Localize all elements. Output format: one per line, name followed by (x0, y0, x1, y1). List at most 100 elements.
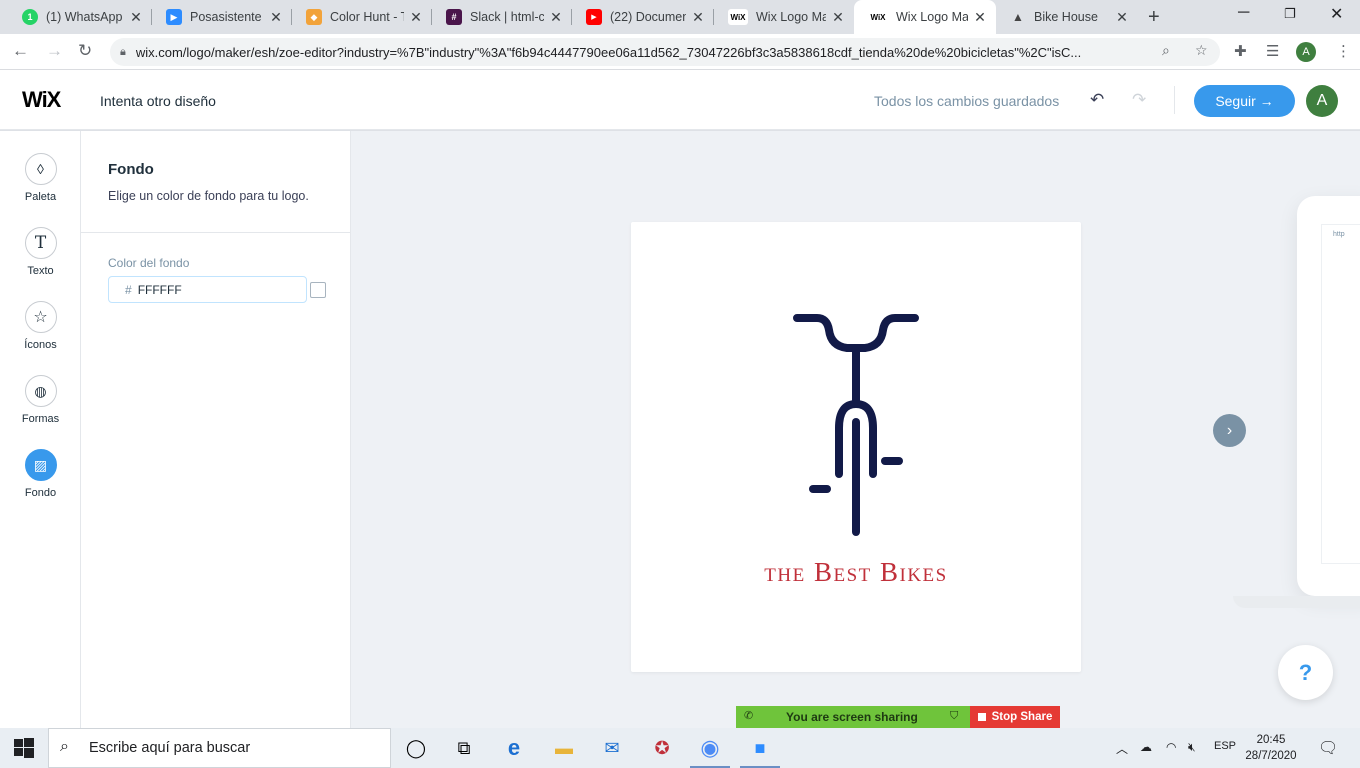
mockup-screen (1321, 224, 1360, 564)
close-tab-icon[interactable]: ✕ (548, 9, 564, 26)
rail-item-label: Paleta (24, 191, 57, 203)
star-icon: ☆ (24, 301, 57, 333)
wix-logo[interactable]: WiX (22, 87, 61, 113)
stop-share-button[interactable]: Stop Share (970, 706, 1060, 728)
background-panel: Fondo Elige un color de fondo para tu lo… (81, 131, 351, 728)
chrome-icon[interactable]: ◉ (686, 728, 734, 768)
onedrive-icon[interactable]: ☁ (1140, 740, 1152, 754)
rail-item-fondo[interactable]: ▨ Fondo (0, 449, 81, 499)
close-tab-icon[interactable]: ✕ (972, 9, 988, 26)
browser-tab-wix-1[interactable]: WiX Wix Logo Mak ✕ (714, 0, 854, 34)
panel-description: Elige un color de fondo para tu logo. (108, 189, 309, 203)
close-tab-icon[interactable]: ✕ (830, 9, 846, 26)
url-text[interactable]: wix.com/logo/maker/esh/zoe-editor?indust… (136, 45, 1146, 60)
reload-icon[interactable]: ↻ (78, 41, 92, 61)
try-other-design-link[interactable]: Intenta otro diseño (100, 93, 216, 109)
task-view-icon[interactable]: ⧉ (440, 728, 488, 768)
help-button[interactable]: ? (1278, 645, 1333, 700)
browser-tab-colorhunt[interactable]: ◆ Color Hunt - T ✕ (292, 0, 432, 34)
palette-drop-icon: ◊ (24, 153, 57, 185)
file-explorer-icon[interactable]: ▬ (540, 728, 588, 768)
mockup-url: http (1333, 231, 1345, 238)
phone-icon: ✆ (744, 710, 754, 722)
hash-prefix: # (125, 282, 132, 297)
user-avatar[interactable]: A (1306, 85, 1338, 117)
browser-tab-whatsapp[interactable]: 1 (1) WhatsApp ✕ (8, 0, 152, 34)
language-indicator[interactable]: ESP (1214, 740, 1236, 752)
mail-icon[interactable]: ✉ (588, 728, 636, 768)
background-color-input[interactable]: # FFFFFF (108, 276, 326, 303)
browser-tab-posasistente[interactable]: ▶ Posasistente - ✕ (152, 0, 292, 34)
device-mockup: http (1297, 196, 1360, 596)
windows-taskbar: Escribe aquí para buscar ⌕ ◯ ⧉ e ▬ ✉ ✪ ◉… (0, 728, 1360, 768)
cortana-icon[interactable]: ◯ (392, 728, 440, 768)
restore-icon[interactable]: ❐ (1284, 6, 1296, 22)
search-icon: ⌕ (60, 738, 69, 755)
clock-date: 28/7/2020 (1245, 750, 1297, 762)
tab-title: Wix Logo Mak (896, 10, 968, 24)
rail-item-iconos[interactable]: ☆ Íconos (0, 301, 81, 351)
slack-icon: # (446, 9, 462, 25)
logo-preview-card[interactable]: the Best Bikes (631, 222, 1081, 672)
browser-tab-slack[interactable]: # Slack | html-cs ✕ (432, 0, 572, 34)
redo-icon[interactable]: ↷ (1132, 90, 1146, 110)
close-window-icon[interactable]: ✕ (1330, 4, 1343, 24)
editor-header: WiX Intenta otro diseño Todos los cambio… (0, 70, 1360, 130)
close-tab-icon[interactable]: ✕ (408, 9, 424, 26)
rail-item-texto[interactable]: T Texto (0, 227, 81, 277)
mockup-base (1233, 596, 1360, 608)
edge-icon[interactable]: e (490, 728, 538, 768)
next-button[interactable]: Seguir → (1194, 85, 1295, 117)
panel-divider (81, 232, 350, 233)
close-tab-icon[interactable]: ✕ (1114, 9, 1130, 26)
new-tab-icon[interactable]: + (1148, 6, 1160, 29)
close-tab-icon[interactable]: ✕ (268, 9, 284, 26)
lock-icon: 🔒︎ (120, 45, 126, 58)
clock[interactable]: 20:45 28/7/2020 (1244, 732, 1298, 764)
editor-canvas: the Best Bikes › http ? (351, 131, 1360, 728)
game-app-icon[interactable]: ✪ (638, 728, 686, 768)
back-icon[interactable]: ← (12, 41, 29, 61)
stop-share-label: Stop Share (991, 711, 1053, 723)
volume-muted-icon[interactable]: 🔇︎ (1188, 740, 1196, 755)
rail-item-label: Fondo (24, 487, 57, 499)
rail-item-label: Texto (27, 265, 54, 277)
windows-start-icon[interactable] (14, 738, 34, 758)
bookmark-star-icon[interactable]: ☆ (1195, 42, 1208, 59)
header-divider (1174, 86, 1175, 114)
tab-title: Bike House (1034, 10, 1098, 24)
address-bar[interactable]: 🔒︎ wix.com/logo/maker/esh/zoe-editor?ind… (110, 38, 1220, 66)
close-tab-icon[interactable]: ✕ (128, 9, 144, 26)
minimize-icon[interactable]: ─ (1238, 4, 1249, 22)
browser-tab-youtube[interactable]: ▶ (22) Document ✕ (572, 0, 714, 34)
close-tab-icon[interactable]: ✕ (690, 9, 706, 26)
menu-dots-icon[interactable]: ⋮ (1336, 42, 1351, 60)
wifi-icon[interactable]: ◠ (1166, 740, 1176, 754)
undo-icon[interactable]: ↶ (1090, 90, 1104, 110)
profile-avatar[interactable]: A (1296, 42, 1316, 62)
browser-tab-bikehouse[interactable]: ▲ Bike House ✕ (996, 0, 1138, 34)
color-value[interactable]: FFFFFF (138, 283, 182, 297)
tab-title: (1) WhatsApp (46, 10, 123, 24)
zoom-icon[interactable]: ⌕ (1162, 42, 1170, 59)
forward-icon[interactable]: → (46, 41, 63, 61)
extensions-icon[interactable]: ✚ (1234, 42, 1247, 60)
browser-tab-wix-active[interactable]: WiX Wix Logo Mak ✕ (854, 0, 996, 34)
media-queue-icon[interactable]: ☰ (1266, 42, 1279, 60)
color-swatch[interactable] (310, 282, 326, 298)
zoom-app-icon[interactable]: ■ (736, 728, 784, 768)
taskbar-search-input[interactable]: Escribe aquí para buscar (48, 728, 391, 768)
shapes-icon: ◍ (24, 375, 57, 407)
color-field-label: Color del fondo (108, 256, 190, 270)
background-icon: ▨ (24, 449, 57, 481)
tab-title: Wix Logo Mak (756, 10, 826, 24)
youtube-icon: ▶ (586, 9, 602, 25)
clock-time: 20:45 (1256, 734, 1286, 746)
shield-icon: ⛉ (950, 710, 959, 722)
tray-chevron-icon[interactable]: ︿ (1116, 740, 1128, 757)
rail-item-paleta[interactable]: ◊ Paleta (0, 153, 81, 203)
next-design-arrow[interactable]: › (1213, 414, 1246, 447)
save-status: Todos los cambios guardados (874, 93, 1060, 109)
rail-item-formas[interactable]: ◍ Formas (0, 375, 81, 425)
notifications-icon[interactable]: 🗨︎ (1318, 738, 1338, 758)
